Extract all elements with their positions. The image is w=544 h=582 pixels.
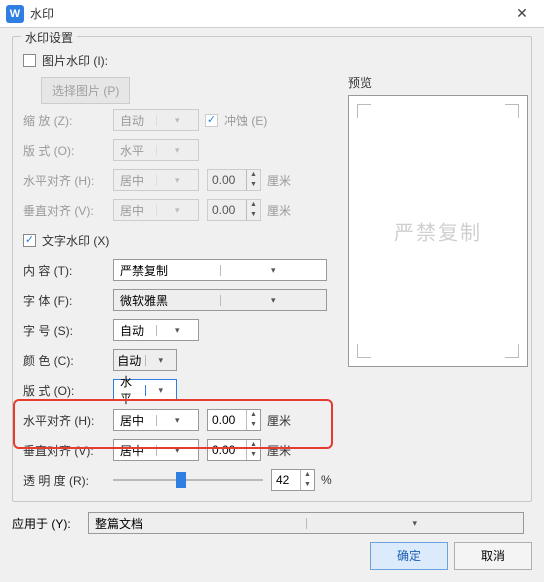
opacity-spin[interactable]: ▲▼ bbox=[271, 469, 315, 491]
chevron-down-icon: ▾ bbox=[156, 445, 199, 456]
chevron-down-icon: ▾ bbox=[145, 385, 177, 396]
chevron-down-icon: ▾ bbox=[156, 115, 199, 126]
pic-valign-label: 垂直对齐 (V): bbox=[23, 202, 113, 219]
txt-layout-label: 版 式 (O): bbox=[23, 382, 113, 399]
content-label: 内 容 (T): bbox=[23, 262, 113, 279]
chevron-down-icon: ▾ bbox=[156, 205, 199, 216]
group-title: 水印设置 bbox=[21, 29, 77, 46]
font-combo[interactable]: 微软雅黑▾ bbox=[113, 289, 327, 311]
preview-panel: 预览 严禁复制 bbox=[348, 74, 528, 367]
preview-watermark-text: 严禁复制 bbox=[394, 217, 482, 246]
chevron-down-icon: ▾ bbox=[220, 295, 327, 306]
opacity-label: 透 明 度 (R): bbox=[23, 472, 113, 489]
txt-halign-spin[interactable]: ▲▼ bbox=[207, 409, 261, 431]
chevron-down-icon: ▾ bbox=[156, 175, 199, 186]
pic-halign-label: 水平对齐 (H): bbox=[23, 172, 113, 189]
preview-box: 严禁复制 bbox=[348, 95, 528, 367]
txt-valign-label: 垂直对齐 (V): bbox=[23, 442, 113, 459]
picture-watermark-label: 图片水印 (I): bbox=[42, 52, 108, 69]
chevron-down-icon: ▾ bbox=[156, 415, 199, 426]
window-title: 水印 bbox=[30, 5, 506, 22]
close-icon[interactable]: ✕ bbox=[506, 5, 538, 22]
txt-valign-spin[interactable]: ▲▼ bbox=[207, 439, 261, 461]
pic-halign-combo: 居中▾ bbox=[113, 169, 199, 191]
size-label: 字 号 (S): bbox=[23, 322, 113, 339]
font-label: 字 体 (F): bbox=[23, 292, 113, 309]
txt-halign-combo[interactable]: 居中▾ bbox=[113, 409, 199, 431]
txt-halign-label: 水平对齐 (H): bbox=[23, 412, 113, 429]
color-combo[interactable]: 自动▾ bbox=[113, 349, 177, 371]
washout-checkbox bbox=[205, 114, 218, 127]
txt-layout-combo[interactable]: 水平▾ bbox=[113, 379, 177, 401]
size-combo[interactable]: 自动▾ bbox=[113, 319, 199, 341]
picture-watermark-checkbox[interactable] bbox=[23, 54, 36, 67]
pic-layout-combo: 水平▾ bbox=[113, 139, 199, 161]
content-combo[interactable]: 严禁复制▾ bbox=[113, 259, 327, 281]
opacity-slider[interactable] bbox=[113, 470, 263, 490]
text-watermark-label: 文字水印 (X) bbox=[42, 232, 109, 249]
chevron-down-icon: ▾ bbox=[145, 355, 177, 366]
pic-valign-spin: ▲▼ bbox=[207, 199, 261, 221]
chevron-down-icon: ▾ bbox=[220, 265, 327, 276]
chevron-down-icon: ▾ bbox=[156, 145, 199, 156]
washout-label: 冲蚀 (E) bbox=[224, 112, 267, 129]
chevron-down-icon: ▾ bbox=[306, 518, 524, 529]
title-bar: W 水印 ✕ bbox=[0, 0, 544, 28]
apply-to-label: 应用于 (Y): bbox=[12, 515, 88, 532]
cancel-button[interactable]: 取消 bbox=[454, 542, 532, 570]
scale-label: 缩 放 (Z): bbox=[23, 112, 113, 129]
text-watermark-checkbox[interactable] bbox=[23, 234, 36, 247]
select-picture-button: 选择图片 (P) bbox=[41, 77, 130, 104]
preview-label: 预览 bbox=[348, 74, 528, 91]
chevron-down-icon: ▾ bbox=[156, 325, 199, 336]
color-label: 颜 色 (C): bbox=[23, 352, 113, 369]
ok-button[interactable]: 确定 bbox=[370, 542, 448, 570]
app-logo-icon: W bbox=[6, 5, 24, 23]
pic-valign-combo: 居中▾ bbox=[113, 199, 199, 221]
txt-valign-combo[interactable]: 居中▾ bbox=[113, 439, 199, 461]
scale-combo: 自动▾ bbox=[113, 109, 199, 131]
pic-layout-label: 版 式 (O): bbox=[23, 142, 113, 159]
apply-to-combo[interactable]: 整篇文档▾ bbox=[88, 512, 524, 534]
pic-halign-spin: ▲▼ bbox=[207, 169, 261, 191]
